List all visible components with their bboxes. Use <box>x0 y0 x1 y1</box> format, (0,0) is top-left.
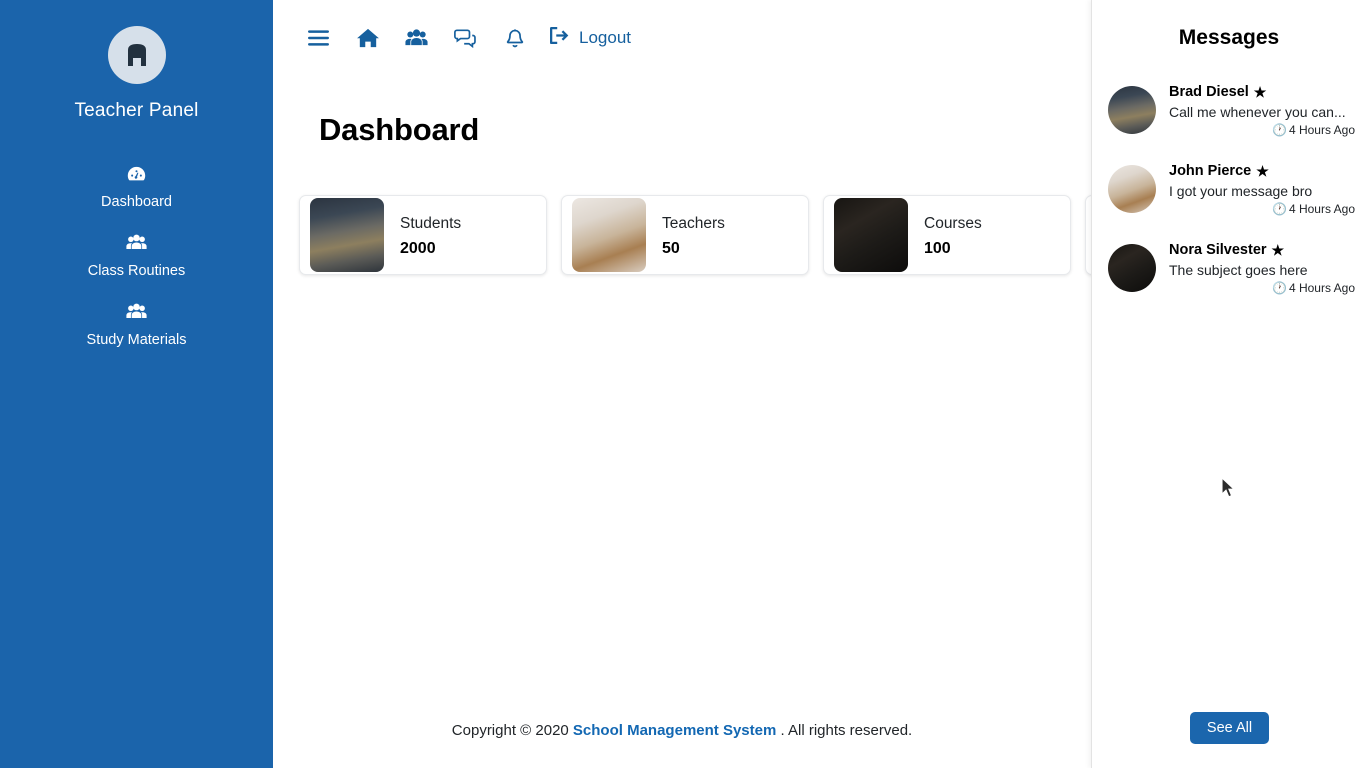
message-sender-name: Nora Silvester <box>1169 242 1267 258</box>
card-label: Teachers <box>662 214 725 232</box>
card-text: Courses 100 <box>924 212 982 258</box>
sidebar-item-study-materials[interactable]: Study Materials <box>0 292 273 361</box>
stat-card-students[interactable]: Students 2000 <box>299 195 547 275</box>
hamburger-menu-icon[interactable] <box>294 18 343 58</box>
card-thumbnail-image <box>310 198 384 272</box>
bell-icon[interactable] <box>490 18 539 58</box>
see-all-container: See All <box>1092 712 1366 744</box>
sidebar-item-label: Study Materials <box>86 332 187 348</box>
logout-button[interactable]: Logout <box>549 26 631 50</box>
avatar <box>1108 165 1156 213</box>
users-icon <box>0 234 273 252</box>
message-body: John Pierce ★ I got your message bro 🕐 4 … <box>1169 163 1355 216</box>
clock-icon: 🕐 <box>1272 123 1287 137</box>
messages-panel: Messages Brad Diesel ★ Call me whenever … <box>1091 0 1366 768</box>
message-sender-name: Brad Diesel <box>1169 84 1249 100</box>
message-sender-name: John Pierce <box>1169 163 1252 179</box>
comments-icon[interactable] <box>441 18 490 58</box>
stat-cards-row: Students 2000 Teachers 50 Courses 100 <box>299 195 1333 275</box>
message-preview: The subject goes here <box>1169 262 1308 278</box>
users-icon[interactable] <box>392 18 441 58</box>
message-sender: Brad Diesel ★ <box>1169 84 1355 100</box>
message-time-label: 4 Hours Ago <box>1288 281 1355 295</box>
avatar <box>1108 86 1156 134</box>
app-root: Teacher Panel Dashboard Class Routines S… <box>0 0 1366 768</box>
message-time-label: 4 Hours Ago <box>1288 123 1355 137</box>
sidebar-item-class-routines[interactable]: Class Routines <box>0 223 273 292</box>
card-text: Students 2000 <box>400 212 461 258</box>
footer: Copyright © 2020 School Management Syste… <box>273 692 1091 768</box>
teacher-logo-icon <box>107 26 166 84</box>
sidebar-item-label: Class Routines <box>87 263 186 279</box>
logout-label: Logout <box>579 28 631 47</box>
card-text: Teachers 50 <box>662 212 725 258</box>
message-body: Nora Silvester ★ The subject goes here 🕐… <box>1169 242 1355 295</box>
card-label: Courses <box>924 214 982 232</box>
message-sender: Nora Silvester ★ <box>1169 242 1355 258</box>
card-thumbnail-image <box>834 198 908 272</box>
sidebar-brand[interactable]: Teacher Panel <box>0 0 273 122</box>
message-time: 🕐 4 Hours Ago <box>1169 123 1355 137</box>
message-body: Brad Diesel ★ Call me whenever you can..… <box>1169 84 1355 137</box>
message-time: 🕐 4 Hours Ago <box>1169 281 1355 295</box>
card-value: 50 <box>662 240 680 258</box>
card-label: Students <box>400 214 462 232</box>
message-item[interactable]: Nora Silvester ★ The subject goes here 🕐… <box>1092 236 1366 301</box>
sidebar-nav: Dashboard Class Routines Study Materials <box>0 154 273 361</box>
stat-card-teachers[interactable]: Teachers 50 <box>561 195 809 275</box>
messages-list: Brad Diesel ★ Call me whenever you can..… <box>1092 78 1366 301</box>
home-icon[interactable] <box>343 18 392 58</box>
sign-out-icon <box>549 26 570 50</box>
messages-title: Messages <box>1178 26 1280 49</box>
sidebar: Teacher Panel Dashboard Class Routines S… <box>0 0 273 768</box>
message-item[interactable]: Brad Diesel ★ Call me whenever you can..… <box>1092 78 1366 143</box>
footer-link[interactable]: School Management System <box>573 722 776 739</box>
page-title: Dashboard <box>319 112 480 147</box>
sidebar-item-dashboard[interactable]: Dashboard <box>0 154 273 223</box>
card-thumbnail-image <box>572 198 646 272</box>
message-time-label: 4 Hours Ago <box>1288 202 1355 216</box>
card-value: 100 <box>924 240 951 258</box>
footer-suffix: . All rights reserved. <box>780 721 913 739</box>
star-icon: ★ <box>1253 84 1267 100</box>
tachometer-icon <box>0 165 273 183</box>
message-preview: I got your message bro <box>1169 183 1313 199</box>
message-time: 🕐 4 Hours Ago <box>1169 202 1355 216</box>
main-area: Logout Dashboard Students 2000 Teachers <box>273 0 1333 768</box>
clock-icon: 🕐 <box>1272 202 1287 216</box>
star-icon: ★ <box>1256 163 1269 179</box>
avatar <box>1108 244 1156 292</box>
top-navbar: Logout <box>273 0 1091 76</box>
page-content: Dashboard Students 2000 Teachers 50 Cour… <box>273 112 1333 275</box>
clock-icon: 🕐 <box>1272 281 1287 295</box>
message-item[interactable]: John Pierce ★ I got your message bro 🕐 4 … <box>1092 157 1366 222</box>
see-all-button[interactable]: See All <box>1189 712 1270 744</box>
footer-prefix: Copyright © 2020 <box>451 721 569 739</box>
message-sender: John Pierce ★ <box>1169 163 1355 179</box>
star-icon: ★ <box>1271 242 1285 258</box>
users-icon <box>0 303 273 321</box>
message-preview: Call me whenever you can... <box>1169 104 1346 120</box>
sidebar-item-label: Dashboard <box>101 194 172 210</box>
brand-title: Teacher Panel <box>74 100 199 121</box>
stat-card-courses[interactable]: Courses 100 <box>823 195 1071 275</box>
card-value: 2000 <box>400 240 436 258</box>
